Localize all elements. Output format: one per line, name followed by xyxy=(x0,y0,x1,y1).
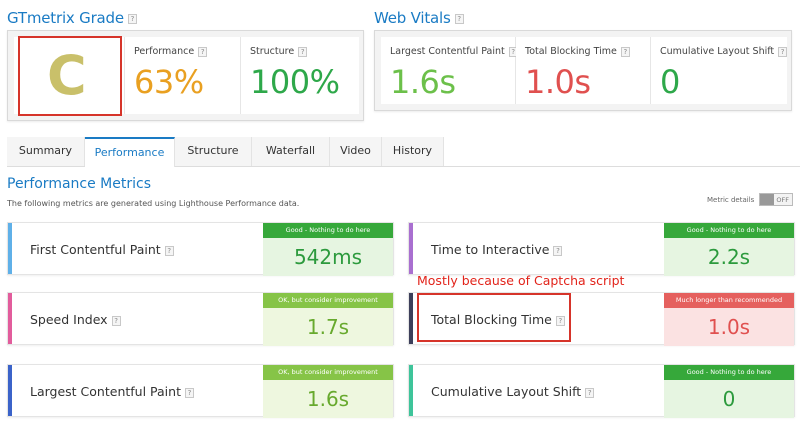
metric-status-badge: Good - Nothing to do here xyxy=(664,223,794,238)
vital-lcp-value: 1.6s xyxy=(390,63,456,101)
metric-accent-bar xyxy=(8,365,12,416)
metric-accent-bar xyxy=(409,223,413,274)
metric-status-badge: OK, but consider improvement xyxy=(263,293,393,308)
performance-score-cell: Performance? 63% xyxy=(125,37,241,114)
tab-video[interactable]: Video xyxy=(330,137,382,166)
metric-name: Cumulative Layout Shift? xyxy=(431,384,595,399)
metric-status-badge: Good - Nothing to do here xyxy=(664,365,794,380)
performance-metrics-subtitle: The following metrics are generated usin… xyxy=(7,199,300,208)
metric-accent-bar xyxy=(409,293,413,344)
metric-card-tti: Time to Interactive? Good - Nothing to d… xyxy=(408,222,795,276)
metric-value: 1.7s xyxy=(263,308,393,346)
metric-card-fcp: First Contentful Paint? Good - Nothing t… xyxy=(7,222,394,276)
help-icon[interactable]: ? xyxy=(620,46,630,57)
help-icon[interactable]: ? xyxy=(778,46,788,57)
vital-lcp-cell: Largest Contentful Paint? 1.6s xyxy=(381,37,518,104)
performance-score-label: Performance? xyxy=(134,46,208,57)
structure-score-label: Structure? xyxy=(250,46,308,57)
tab-structure[interactable]: Structure xyxy=(175,137,252,166)
vital-tbt-value: 1.0s xyxy=(525,63,591,101)
tab-summary[interactable]: Summary xyxy=(7,137,85,166)
metric-card-cls: Cumulative Layout Shift? Good - Nothing … xyxy=(408,364,795,418)
metric-card-speed-index: Speed Index? OK, but consider improvemen… xyxy=(7,292,394,346)
metric-accent-bar xyxy=(8,223,12,274)
tab-history[interactable]: History xyxy=(382,137,444,166)
metric-result: Good - Nothing to do here 542ms xyxy=(263,223,393,276)
web-vitals-panel: Largest Contentful Paint? 1.6s Total Blo… xyxy=(374,30,792,111)
tab-performance[interactable]: Performance xyxy=(85,137,175,167)
web-vitals-title: Web Vitals? xyxy=(374,9,464,27)
toggle-knob xyxy=(760,194,774,205)
report-tabs: Summary Performance Structure Waterfall … xyxy=(7,137,800,167)
metric-details-toggle[interactable]: OFF xyxy=(759,193,793,206)
metric-value: 1.6s xyxy=(263,380,393,418)
metric-result: Good - Nothing to do here 0 xyxy=(664,365,794,418)
vital-cls-cell: Cumulative Layout Shift? 0 xyxy=(651,37,788,104)
annotation-text: Mostly because of Captcha script xyxy=(417,273,625,288)
structure-score-value: 100% xyxy=(250,63,340,101)
gtmetrix-grade-title: GTmetrix Grade? xyxy=(7,9,137,27)
grade-highlight-box xyxy=(18,36,122,116)
metric-result: Good - Nothing to do here 2.2s xyxy=(664,223,794,276)
metric-name: Speed Index? xyxy=(30,312,121,327)
metric-result: OK, but consider improvement 1.6s xyxy=(263,365,393,418)
vital-lcp-label: Largest Contentful Paint? xyxy=(390,46,518,57)
help-icon[interactable]: ? xyxy=(553,245,563,256)
metric-value: 1.0s xyxy=(664,308,794,346)
grade-title-text: GTmetrix Grade xyxy=(7,9,124,27)
metric-status-badge: Good - Nothing to do here xyxy=(263,223,393,238)
web-vitals-title-text: Web Vitals xyxy=(374,9,451,27)
metric-accent-bar xyxy=(409,365,413,416)
metric-status-badge: Much longer than recommended xyxy=(664,293,794,308)
metric-details-label: Metric details xyxy=(707,196,755,204)
metric-card-lcp: Largest Contentful Paint? OK, but consid… xyxy=(7,364,394,418)
annotation-highlight-box xyxy=(417,293,571,342)
help-icon[interactable]: ? xyxy=(585,387,595,398)
metric-value: 2.2s xyxy=(664,238,794,276)
help-icon[interactable]: ? xyxy=(164,245,174,256)
metric-status-badge: OK, but consider improvement xyxy=(263,365,393,380)
metric-name: Largest Contentful Paint? xyxy=(30,384,194,399)
metric-result: OK, but consider improvement 1.7s xyxy=(263,293,393,346)
metric-value: 0 xyxy=(664,380,794,418)
metric-name: First Contentful Paint? xyxy=(30,242,174,257)
help-icon[interactable]: ? xyxy=(198,46,208,57)
help-icon[interactable]: ? xyxy=(111,315,121,326)
vital-cls-label: Cumulative Layout Shift? xyxy=(660,46,788,57)
tab-waterfall[interactable]: Waterfall xyxy=(252,137,330,166)
metric-result: Much longer than recommended 1.0s xyxy=(664,293,794,346)
metric-name: Time to Interactive? xyxy=(431,242,563,257)
help-icon[interactable]: ? xyxy=(454,13,464,24)
metric-value: 542ms xyxy=(263,238,393,276)
structure-score-cell: Structure? 100% xyxy=(241,37,359,114)
help-icon[interactable]: ? xyxy=(127,13,137,24)
vital-cls-value: 0 xyxy=(660,63,680,101)
performance-score-value: 63% xyxy=(134,63,204,101)
performance-metrics-title: Performance Metrics xyxy=(7,176,151,192)
toggle-state-label: OFF xyxy=(776,196,789,204)
metric-accent-bar xyxy=(8,293,12,344)
help-icon[interactable]: ? xyxy=(298,46,308,57)
help-icon[interactable]: ? xyxy=(184,387,194,398)
vital-tbt-cell: Total Blocking Time? 1.0s xyxy=(516,37,651,104)
vital-tbt-label: Total Blocking Time? xyxy=(525,46,630,57)
